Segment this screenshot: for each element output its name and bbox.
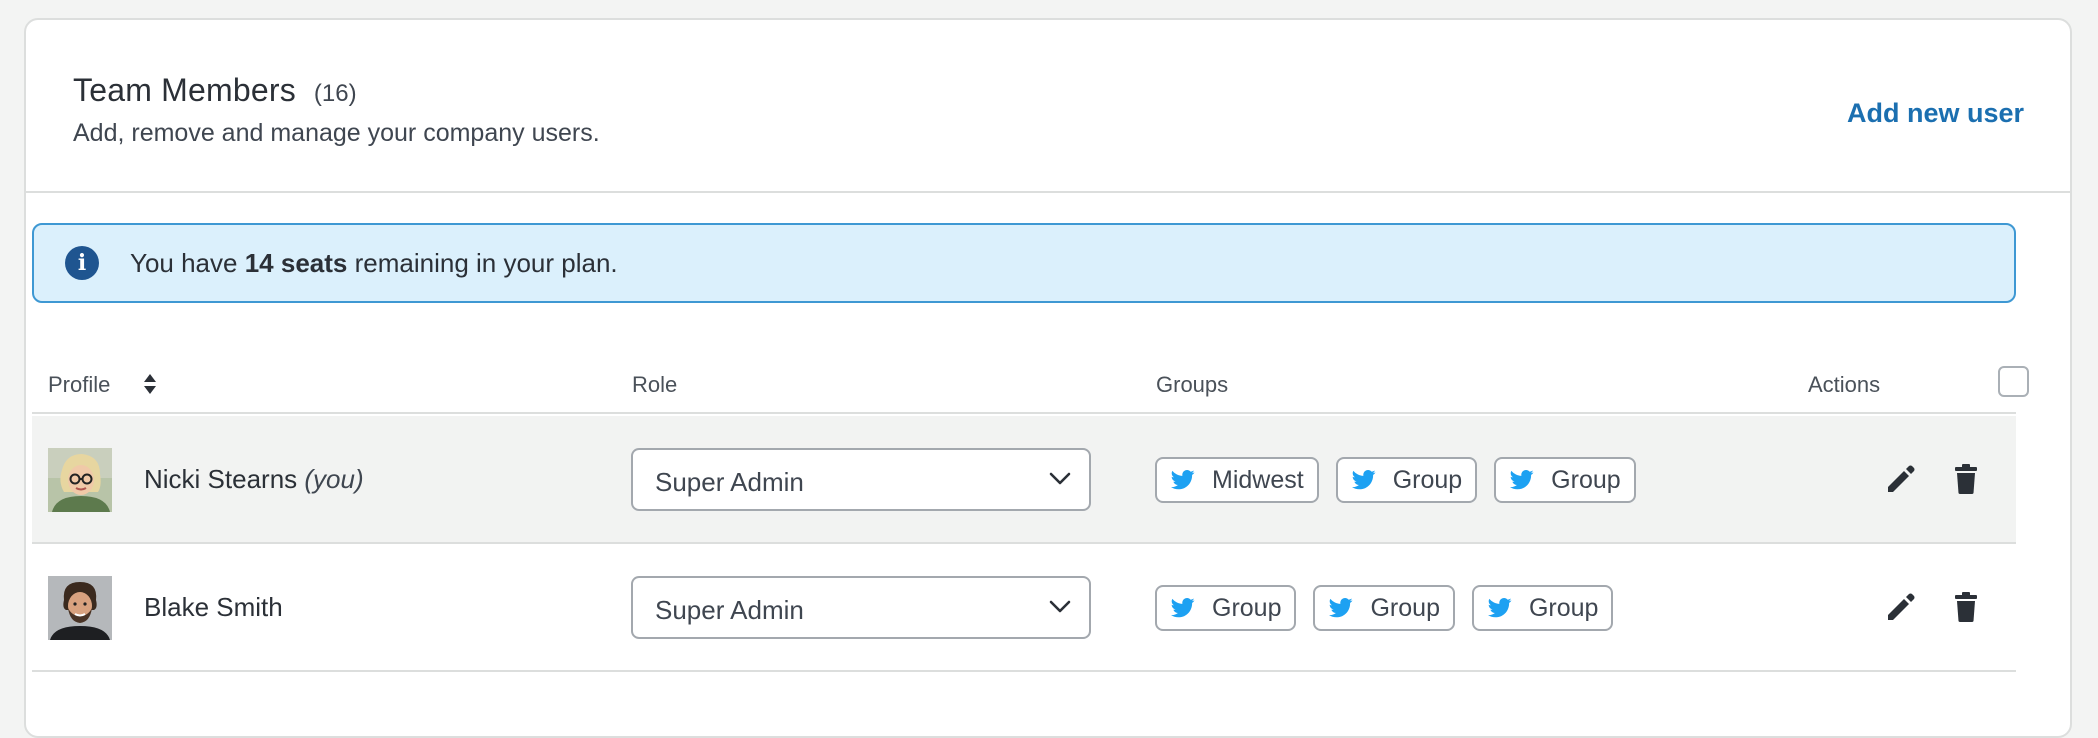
title-row: Team Members (16) xyxy=(73,72,357,109)
group-tag-label: Group xyxy=(1370,593,1440,622)
current-user-marker: (you) xyxy=(304,464,364,494)
group-tag[interactable]: Group xyxy=(1471,585,1614,631)
group-tag[interactable]: Midwest xyxy=(1155,457,1319,503)
table-row: Nicki Stearns (you) Super Admin Midwest … xyxy=(32,416,2016,544)
twitter-icon xyxy=(1171,598,1195,618)
banner-suffix: remaining in your plan. xyxy=(354,247,618,278)
trash-icon[interactable] xyxy=(1949,590,1983,624)
avatar xyxy=(48,576,112,640)
trash-icon[interactable] xyxy=(1949,462,1983,496)
chevron-down-icon xyxy=(1049,472,1071,485)
info-circle-icon: i xyxy=(65,246,99,280)
user-name: Nicki Stearns (you) xyxy=(144,464,364,495)
twitter-icon xyxy=(1510,470,1534,490)
card-header: Team Members (16) Add, remove and manage… xyxy=(26,20,2070,193)
table-row: Blake Smith Super Admin Group Group Grou… xyxy=(32,544,2016,672)
twitter-icon xyxy=(1171,470,1195,490)
column-header-profile[interactable]: Profile xyxy=(48,372,110,398)
member-count: (16) xyxy=(313,80,357,107)
edit-pencil-icon[interactable] xyxy=(1884,590,1918,624)
add-new-user-link[interactable]: Add new user xyxy=(1847,98,2024,129)
select-all-checkbox[interactable] xyxy=(1998,366,2029,397)
group-tag[interactable]: Group xyxy=(1155,585,1297,631)
banner-seats: 14 seats xyxy=(244,247,348,278)
banner-prefix: You have xyxy=(130,247,238,278)
twitter-icon xyxy=(1329,598,1353,618)
column-header-role: Role xyxy=(632,372,678,397)
group-tag-label: Midwest xyxy=(1212,465,1304,494)
sort-icon[interactable] xyxy=(143,372,157,396)
chevron-down-icon xyxy=(1049,600,1071,613)
user-name: Blake Smith xyxy=(144,592,283,623)
role-select-value: Super Admin xyxy=(655,595,804,625)
group-tag-label: Group xyxy=(1212,593,1282,622)
group-tag[interactable]: Group xyxy=(1494,457,1636,503)
group-tag-label: Group xyxy=(1392,465,1463,494)
twitter-icon xyxy=(1351,470,1376,490)
user-name-text: Blake Smith xyxy=(144,592,283,622)
edit-pencil-icon[interactable] xyxy=(1884,462,1918,496)
group-tags: Group Group Group xyxy=(1155,585,1614,631)
role-select-value: Super Admin xyxy=(655,467,804,497)
column-header-actions: Actions xyxy=(1808,372,1881,397)
table-header: Profile Role Groups Actions xyxy=(32,358,2029,414)
group-tag[interactable]: Group xyxy=(1335,457,1478,503)
avatar xyxy=(48,448,112,512)
group-tag-label: Group xyxy=(1551,465,1621,494)
banner-message: You have 14 seats remaining in your plan… xyxy=(130,248,618,279)
role-select[interactable]: Super Admin xyxy=(631,576,1091,639)
group-tag[interactable]: Group xyxy=(1313,585,1455,631)
page-title: Team Members xyxy=(73,72,296,108)
group-tags: Midwest Group Group xyxy=(1155,457,1636,503)
twitter-icon xyxy=(1487,598,1512,618)
page-subtitle: Add, remove and manage your company user… xyxy=(73,119,600,147)
role-select[interactable]: Super Admin xyxy=(631,448,1091,511)
column-header-groups: Groups xyxy=(1156,372,1229,397)
group-tag-label: Group xyxy=(1528,593,1599,622)
user-name-text: Nicki Stearns xyxy=(144,464,298,494)
seats-info-banner: i You have 14 seats remaining in your pl… xyxy=(32,223,2016,303)
